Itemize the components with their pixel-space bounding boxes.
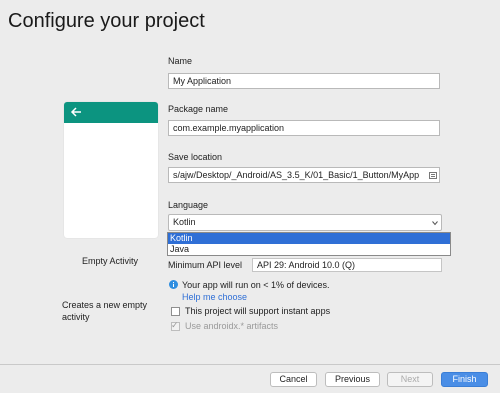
save-location-label: Save location [168,152,223,162]
help-me-choose-link[interactable]: Help me choose [182,292,247,302]
name-field[interactable]: My Application [168,73,440,89]
page-title: Configure your project [8,10,205,32]
footer-bar: Cancel Previous Next Finish [0,364,500,393]
language-select[interactable]: Kotlin [168,214,442,231]
next-button[interactable]: Next [387,372,433,387]
device-coverage-info: Your app will run on < 1% of devices. [182,280,330,290]
language-selected-value: Kotlin [173,217,196,227]
minimum-api-label: Minimum API level [168,260,243,270]
name-label: Name [168,56,193,66]
finish-button[interactable]: Finish [441,372,488,387]
language-option-java[interactable]: Java [168,244,450,255]
activity-description: Creates a new empty activity [62,300,148,322]
instant-apps-checkbox[interactable] [171,307,180,316]
minimum-api-select[interactable]: API 29: Android 10.0 (Q) [252,258,442,272]
androidx-label: Use androidx.* artifacts [185,321,279,331]
app-bar [64,102,158,123]
language-label: Language [168,200,209,210]
folder-icon[interactable] [429,171,437,179]
previous-button[interactable]: Previous [325,372,380,387]
language-option-kotlin[interactable]: Kotlin [168,233,450,244]
chevron-down-icon [432,221,438,226]
save-location-field[interactable]: s/ajw/Desktop/_Android/AS_3.5_K/01_Basic… [168,167,440,183]
package-name-label: Package name [168,104,229,114]
back-arrow-icon [70,107,81,117]
package-name-field[interactable]: com.example.myapplication [168,120,440,136]
minimum-api-value: API 29: Android 10.0 (Q) [257,260,356,270]
info-icon [169,280,178,289]
activity-name: Empty Activity [82,256,139,266]
language-dropdown-list: Kotlin Java [167,232,451,256]
checkmark-icon: ✓ [171,320,179,330]
save-location-value: s/ajw/Desktop/_Android/AS_3.5_K/01_Basic… [173,170,420,180]
activity-preview-card [64,102,158,238]
instant-apps-label: This project will support instant apps [185,306,331,316]
cancel-button[interactable]: Cancel [270,372,317,387]
